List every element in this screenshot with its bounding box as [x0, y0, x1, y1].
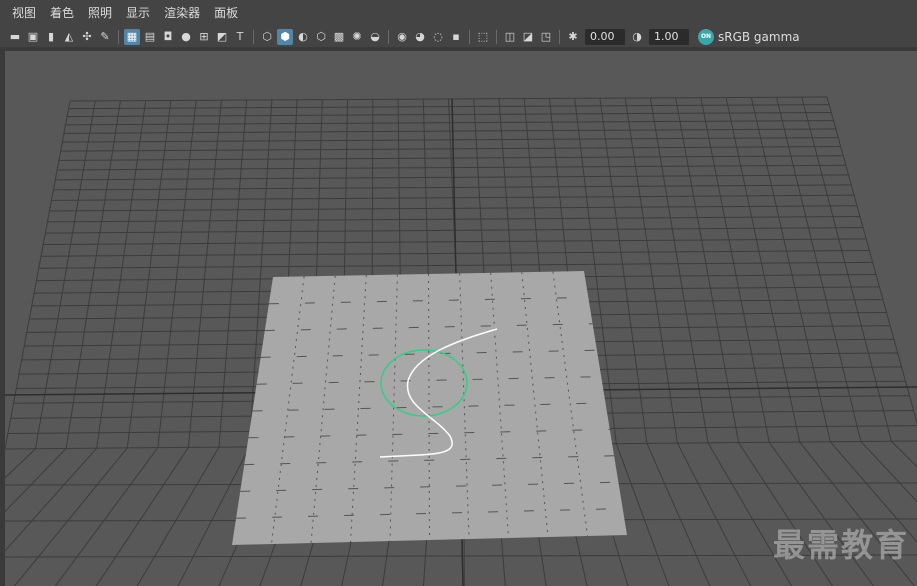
isolate-select-icon[interactable]: ⬚	[475, 29, 491, 45]
grid-line	[136, 446, 220, 586]
viewport-frame	[0, 47, 917, 586]
smooth-shade-icon[interactable]: ⬢	[277, 28, 293, 45]
grid-line	[157, 100, 197, 448]
grid-line	[615, 443, 670, 586]
grid-line	[649, 97, 709, 443]
image-plane-icon[interactable]: ◭	[61, 29, 77, 45]
color-management-toggle[interactable]: ON	[698, 28, 714, 45]
grid-line	[35, 100, 96, 449]
toolbar-separator	[469, 29, 470, 44]
grid-line	[218, 100, 248, 448]
grease-pencil-icon[interactable]: ✎	[97, 29, 113, 45]
gamma-field[interactable]: 1.00	[649, 28, 689, 45]
grid-line	[801, 97, 892, 442]
menu-renderer[interactable]: 渲染器	[158, 0, 206, 26]
perspective-viewport[interactable]	[5, 51, 917, 586]
grid-line	[187, 100, 222, 448]
resolution-gate-icon[interactable]: ◘	[160, 29, 176, 45]
wireframe-on-shaded-icon[interactable]: ⬡	[313, 29, 329, 45]
camera-attributes-icon[interactable]: ▣	[25, 29, 41, 45]
grid-toggle-icon[interactable]: ▦	[124, 28, 140, 45]
gamma-icon[interactable]: ◑	[629, 29, 645, 45]
toolbar-separator	[118, 29, 119, 44]
safe-title-icon[interactable]: T	[232, 29, 248, 45]
menu-show[interactable]: 显示	[120, 0, 156, 26]
xray-joints-icon[interactable]: ◳	[538, 29, 554, 45]
toolbar-separator	[253, 29, 254, 44]
grid-line	[675, 97, 740, 443]
grid-line	[677, 442, 752, 586]
grid-line	[126, 100, 172, 448]
shadows-icon[interactable]: ◒	[367, 29, 383, 45]
wireframe-icon[interactable]: ⬡	[259, 29, 275, 45]
menu-panels[interactable]: 面板	[208, 0, 244, 26]
toolbar-separator	[388, 29, 389, 44]
bookmark-icon[interactable]: ▮	[43, 29, 59, 45]
exposure-icon[interactable]: ✱	[565, 29, 581, 45]
default-material-icon[interactable]: ◐	[295, 29, 311, 45]
grid-line	[646, 443, 711, 586]
grid-line	[826, 96, 917, 425]
xray-icon[interactable]: ◫	[502, 29, 518, 45]
use-all-lights-icon[interactable]: ✺	[349, 29, 365, 45]
2d-pan-zoom-icon[interactable]: ✣	[79, 29, 95, 45]
film-gate-icon[interactable]: ▤	[142, 29, 158, 45]
grid-line	[96, 100, 147, 449]
watermark-text: 最需教育	[772, 526, 909, 564]
exposure-field[interactable]: 0.00	[585, 28, 625, 45]
color-space-label[interactable]: sRGB gamma	[718, 30, 800, 44]
screen-space-ao-icon[interactable]: ◉	[394, 29, 410, 45]
motion-blur-icon[interactable]: ◕	[412, 29, 428, 45]
menu-shading[interactable]: 着色	[44, 0, 80, 26]
toolbar-separator	[559, 29, 560, 44]
field-chart-icon[interactable]: ⊞	[196, 29, 212, 45]
xray-active-icon[interactable]: ◪	[520, 29, 536, 45]
menu-lighting[interactable]: 照明	[82, 0, 118, 26]
toolbar-separator	[496, 29, 497, 44]
grid-line	[624, 97, 678, 444]
camera-select-icon[interactable]: ▬	[7, 29, 23, 45]
menu-bar: 视图 着色 照明 显示 渲染器 面板	[0, 0, 917, 26]
gate-mask-icon[interactable]: ●	[178, 29, 194, 45]
panel-toolbar: ▬ ▣ ▮ ◭ ✣ ✎ ▦ ▤ ◘ ● ⊞ ◩ T ⬡ ⬢ ◐ ⬡ ▩ ✺ ◒ …	[0, 26, 917, 47]
depth-of-field-icon[interactable]: ▪	[448, 29, 464, 45]
anti-aliasing-icon[interactable]: ◌	[430, 29, 446, 45]
scene-canvas[interactable]	[5, 51, 917, 586]
grid-line	[700, 97, 770, 443]
grid-line	[599, 98, 648, 444]
grid-line	[5, 100, 71, 450]
textured-icon[interactable]: ▩	[331, 29, 347, 45]
safe-action-icon[interactable]: ◩	[214, 29, 230, 45]
menu-view[interactable]: 视图	[6, 0, 42, 26]
grid-line	[5, 447, 98, 552]
grid-line	[65, 100, 121, 449]
